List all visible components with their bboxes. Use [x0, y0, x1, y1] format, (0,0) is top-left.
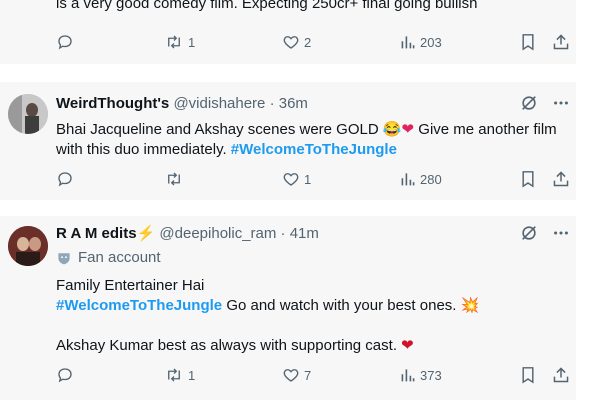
- share-button[interactable]: [552, 364, 570, 386]
- views-icon: [400, 171, 416, 187]
- retweet-icon: [164, 366, 184, 384]
- retweet-count: 1: [188, 367, 196, 383]
- bookmark-button[interactable]: [520, 364, 536, 386]
- fan-account-icon: [56, 250, 72, 266]
- retweet-button[interactable]: [164, 168, 188, 190]
- views-button[interactable]: 373: [400, 364, 442, 386]
- like-button[interactable]: 7: [282, 364, 311, 386]
- timestamp[interactable]: 41m: [290, 225, 319, 242]
- emoji: 💥: [460, 297, 480, 314]
- tweet-top-icons: [520, 224, 570, 242]
- tweet-header: WeirdThought's @vidishahere · 36m: [56, 94, 308, 114]
- like-icon: [282, 366, 300, 384]
- share-icon: [552, 170, 570, 188]
- tweet-text: is a very good comedy film. Expecting 25…: [56, 0, 478, 12]
- retweet-icon: [164, 33, 184, 51]
- reply-button[interactable]: [56, 364, 78, 386]
- hashtag-link[interactable]: #WelcomeToTheJungle: [231, 141, 397, 158]
- emoji: ❤: [401, 337, 414, 354]
- reply-button[interactable]: [56, 31, 78, 53]
- views-button[interactable]: 203: [400, 31, 442, 53]
- tweet-text-part: Bhai Jacqueline and Akshay scenes were G…: [56, 121, 383, 138]
- tweet-text-part: Go and watch with your best ones.: [222, 297, 461, 314]
- tweet-actions: 1 280: [56, 168, 572, 190]
- tweet-line: #WelcomeToTheJungle Go and watch with yo…: [56, 296, 566, 316]
- share-icon: [552, 366, 570, 384]
- bookmark-icon: [520, 33, 536, 51]
- share-icon: [552, 33, 570, 51]
- reply-icon: [56, 170, 74, 188]
- reply-icon: [56, 33, 74, 51]
- hashtag-link[interactable]: #WelcomeToTheJungle: [56, 297, 222, 314]
- timestamp[interactable]: 36m: [279, 95, 308, 112]
- tweet-actions: 1 7 373: [56, 364, 572, 386]
- retweet-icon: [164, 170, 184, 188]
- share-button[interactable]: [552, 31, 570, 53]
- display-name[interactable]: WeirdThought's: [56, 95, 169, 112]
- retweet-button[interactable]: 1: [164, 364, 195, 386]
- grok-icon[interactable]: [520, 94, 538, 112]
- retweet-button[interactable]: 1: [164, 31, 195, 53]
- views-count: 373: [420, 367, 442, 383]
- tweet-line: Akshay Kumar best as always with support…: [56, 336, 566, 356]
- avatar[interactable]: [8, 94, 48, 134]
- tweet-header: R A M edits⚡ @deepiholic_ram · 41m: [56, 224, 319, 244]
- like-count: 7: [304, 367, 312, 383]
- emoji: 😂❤: [382, 121, 415, 138]
- tweet-text: Bhai Jacqueline and Akshay scenes were G…: [56, 120, 566, 160]
- views-count: 203: [420, 34, 442, 50]
- tweet-text: Family Entertainer Hai #WelcomeToTheJung…: [56, 276, 566, 356]
- tweet-line: Family Entertainer Hai: [56, 277, 205, 294]
- bookmark-button[interactable]: [520, 168, 536, 190]
- separator-dot: ·: [269, 95, 275, 112]
- like-button[interactable]: 2: [282, 31, 311, 53]
- like-count: 2: [304, 34, 312, 50]
- separator-dot: ·: [280, 225, 286, 242]
- tweet-top-icons: [520, 94, 570, 112]
- fan-account-text: Fan account: [78, 249, 161, 266]
- views-count: 280: [420, 171, 442, 187]
- display-name[interactable]: R A M edits: [56, 225, 137, 242]
- tweet-1[interactable]: is a very good comedy film. Expecting 25…: [0, 0, 576, 64]
- tweet-actions: 1 2 203: [56, 31, 572, 53]
- share-button[interactable]: [552, 168, 570, 190]
- tweet-3[interactable]: R A M edits⚡ @deepiholic_ram · 41m Fan a…: [0, 216, 576, 400]
- badge-emoji: ⚡: [136, 225, 156, 242]
- like-icon: [282, 170, 300, 188]
- bookmark-icon: [520, 366, 536, 384]
- more-icon[interactable]: [552, 224, 570, 242]
- more-icon[interactable]: [552, 94, 570, 112]
- tweet-2[interactable]: WeirdThought's @vidishahere · 36m Bhai J…: [0, 82, 576, 200]
- user-handle[interactable]: @vidishahere: [173, 95, 265, 112]
- views-button[interactable]: 280: [400, 168, 442, 190]
- fan-account-label: Fan account: [56, 248, 161, 268]
- avatar[interactable]: [8, 226, 48, 266]
- user-handle[interactable]: @deepiholic_ram: [159, 225, 276, 242]
- views-icon: [400, 34, 416, 50]
- grok-icon[interactable]: [520, 224, 538, 242]
- views-icon: [400, 367, 416, 383]
- reply-icon: [56, 366, 74, 384]
- tweet-text-part: Akshay Kumar best as always with support…: [56, 337, 402, 354]
- like-count: 1: [304, 171, 312, 187]
- bookmark-icon: [520, 170, 536, 188]
- like-icon: [282, 33, 300, 51]
- like-button[interactable]: 1: [282, 168, 311, 190]
- bookmark-button[interactable]: [520, 31, 536, 53]
- reply-button[interactable]: [56, 168, 78, 190]
- retweet-count: 1: [188, 34, 196, 50]
